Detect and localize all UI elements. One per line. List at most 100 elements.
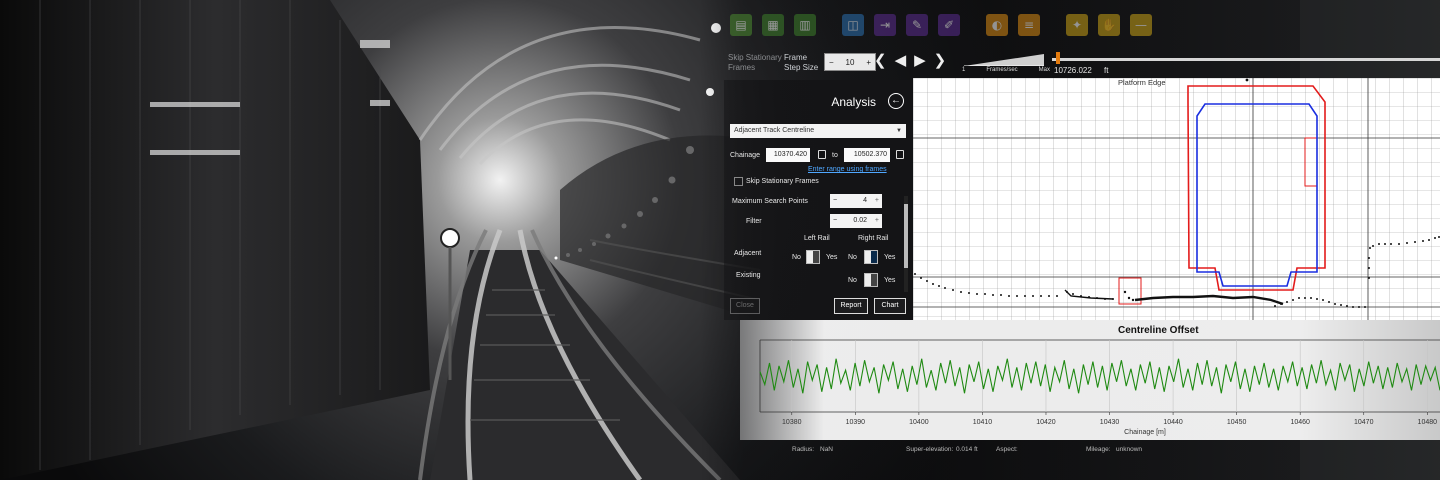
profile-plot[interactable]: Platform Edge (913, 78, 1440, 320)
adjacent-label: Adjacent (734, 250, 762, 257)
note-icon[interactable]: ✐ (938, 14, 960, 36)
aspect-label: Aspect: (996, 446, 1018, 453)
enter-range-link[interactable]: Enter range using frames (808, 166, 887, 173)
x-tick-label: 10420 (1036, 419, 1056, 426)
analysis-type-value: Adjacent Track Centreline (734, 127, 815, 134)
position-slider-thumb[interactable] (1055, 52, 1060, 64)
play-icon[interactable]: ▶ (914, 51, 926, 69)
existing-right-yes: Yes (884, 277, 896, 284)
document-alt-icon[interactable]: ▥ (794, 14, 816, 36)
mileage-label: Mileage: (1086, 446, 1111, 453)
frame-step-label: Frame Step Size (784, 53, 819, 72)
profile-title: Platform Edge (1118, 78, 1166, 87)
chainage-from-input[interactable]: 10370.420 (766, 148, 810, 162)
cursor-icon[interactable]: ✦ (1066, 14, 1088, 36)
existing-label: Existing (736, 272, 761, 279)
minus-icon[interactable]: − (829, 58, 834, 67)
status-bar: Radius: NaN Super-elevation: 0.014 ft As… (760, 446, 1440, 458)
minus-icon[interactable]: − (833, 194, 837, 208)
frame-controls: Skip Stationary Frames Frame Step Size −… (712, 48, 1440, 78)
centreline-chart[interactable]: 10380 10390 10400 10410 10420 10430 10440 10450… (740, 320, 1440, 440)
copy-from-icon[interactable] (818, 150, 826, 159)
series-line (759, 358, 1440, 394)
chainage-label: Chainage (730, 152, 760, 159)
close-button[interactable]: Close (730, 298, 760, 314)
position-unit: ft (1104, 66, 1109, 75)
frame-step-value: 10 (845, 57, 855, 67)
skip-stationary-label: Skip Stationary Frames (746, 178, 819, 185)
superelevation-value: 0.014 ft (956, 446, 978, 453)
speed-mid-label: Frames/sec (986, 67, 1018, 73)
x-tick-label: 10460 (1290, 419, 1310, 426)
max-search-value: 4 (863, 197, 867, 204)
palette-icon[interactable]: ◐ (986, 14, 1008, 36)
filter-value: 0.02 (853, 217, 867, 224)
report-button[interactable]: Report (834, 298, 868, 314)
x-tick-label: 10450 (1227, 419, 1247, 426)
chainage-to-label: to (832, 152, 838, 159)
panel-title: Analysis (831, 95, 876, 109)
menu-icon[interactable]: ≡ (1018, 14, 1040, 36)
adjacent-right-toggle[interactable] (864, 250, 878, 264)
frame-navigation: ❮ ◀ ▶ ❯ (874, 51, 946, 69)
minus-icon[interactable]: − (833, 214, 837, 228)
position-slider-track[interactable] (1052, 58, 1440, 61)
right-rail-label: Right Rail (858, 235, 889, 242)
filter-stepper[interactable]: − 0.02 + (830, 214, 882, 228)
existing-right-no: No (848, 277, 857, 284)
filter-label: Filter (746, 218, 762, 225)
profile-canvas (913, 78, 1440, 320)
adjacent-right-yes: Yes (884, 254, 896, 261)
chainage-to-input[interactable]: 10502.370 (844, 148, 890, 162)
existing-right-toggle[interactable] (864, 273, 878, 287)
back-arrow-icon[interactable]: ← (888, 93, 904, 109)
speed-max-label: Max (1038, 67, 1050, 73)
speed-ramp-icon (964, 54, 1044, 66)
plus-icon[interactable]: + (875, 214, 879, 228)
chart-button[interactable]: Chart (874, 298, 906, 314)
skip-stationary-checkbox[interactable] (734, 177, 743, 186)
frame-step-stepper[interactable]: − 10 + (824, 53, 876, 71)
toolbar-separator (970, 14, 976, 50)
document-icon[interactable]: ▦ (762, 14, 784, 36)
x-tick-label: 10400 (909, 419, 929, 426)
max-search-stepper[interactable]: − 4 + (830, 194, 882, 208)
export-icon[interactable]: ⇥ (874, 14, 896, 36)
chart-title: Centreline Offset (1118, 325, 1199, 336)
plus-icon[interactable]: + (866, 58, 871, 67)
speed-min-label: 1 (962, 67, 966, 73)
superelevation-label: Super-elevation: (906, 446, 954, 453)
book-icon[interactable]: ◫ (842, 14, 864, 36)
minus-icon[interactable]: — (1130, 14, 1152, 36)
x-tick-label: 10470 (1354, 419, 1374, 426)
analysis-panel: Analysis ← Adjacent Track Centreline ▼ C… (724, 80, 912, 320)
toolbar-separator (826, 14, 832, 50)
dropdown-arrow-icon: ▼ (896, 128, 902, 134)
panel-scrollbar-thumb[interactable] (904, 204, 908, 268)
save-icon[interactable]: ▤ (730, 14, 752, 36)
last-frame-icon[interactable]: ❯ (934, 51, 947, 69)
x-tick-label: 10380 (782, 419, 802, 426)
hand-icon[interactable]: ✋ (1098, 14, 1120, 36)
edit-icon[interactable]: ✎ (906, 14, 928, 36)
x-axis-label: Chainage [m] (1124, 429, 1166, 436)
analysis-type-dropdown[interactable]: Adjacent Track Centreline ▼ (730, 124, 906, 138)
previous-frame-icon[interactable]: ◀ (895, 51, 907, 69)
toolbar: ▤ ▦ ▥ ◫ ⇥ ✎ ✐ ◐ ≡ ✦ ✋ — (730, 14, 1152, 50)
adjacent-right-no: No (848, 254, 857, 261)
max-search-label: Maximum Search Points (732, 198, 808, 205)
chart-canvas: 10380 10390 10400 10410 10420 10430 10440 10450… (759, 339, 1440, 436)
radius-label: Radius: (792, 446, 815, 453)
adjacent-left-toggle[interactable] (806, 250, 820, 264)
x-tick-label: 10430 (1100, 419, 1120, 426)
speed-slider[interactable]: 1 Frames/sec Max (962, 52, 1052, 74)
plus-icon[interactable]: + (875, 194, 879, 208)
x-tick-label: 10440 (1163, 419, 1183, 426)
mileage-value: unknown (1116, 446, 1143, 453)
first-frame-icon[interactable]: ❮ (874, 51, 887, 69)
position-value: 10726.022 (1054, 66, 1092, 75)
copy-to-icon[interactable] (896, 150, 904, 159)
left-rail-label: Left Rail (804, 235, 830, 242)
x-tick-label: 10390 (846, 419, 866, 426)
x-tick-label: 10480 (1418, 419, 1438, 426)
